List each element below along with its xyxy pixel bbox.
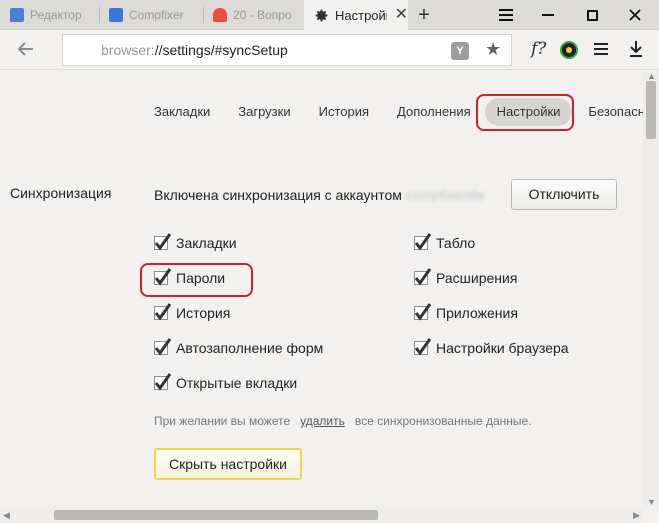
nav-security[interactable]: Безопасн	[588, 98, 644, 126]
minimize-button[interactable]	[527, 0, 569, 30]
checkmark-icon[interactable]	[154, 338, 172, 356]
back-button[interactable]	[17, 39, 40, 61]
hamburger-menu-icon[interactable]	[592, 40, 610, 58]
new-tab-button[interactable]: +	[412, 3, 436, 27]
checkbox-history[interactable]: История	[154, 303, 231, 321]
browser-menu-button[interactable]	[485, 0, 527, 30]
checkbox-label: Расширения	[436, 270, 518, 286]
checkbox-autofill[interactable]: Автозаполнение форм	[154, 338, 324, 356]
hide-settings-button[interactable]: Скрыть настройки	[154, 448, 302, 480]
tab-separator	[203, 7, 204, 23]
download-icon[interactable]	[627, 39, 645, 59]
nav-downloads[interactable]: Загрузки	[238, 98, 290, 126]
nav-addons[interactable]: Дополнения	[397, 98, 471, 126]
checkmark-icon[interactable]	[154, 233, 172, 251]
sync-status: Включена синхронизация с аккаунтом compfi…	[154, 187, 485, 203]
checkbox-extensions[interactable]: Расширения	[414, 268, 518, 286]
doc-favicon-icon	[109, 8, 123, 22]
checkbox-browser-settings[interactable]: Настройки браузера	[414, 338, 569, 356]
bookmark-star-icon[interactable]: ★	[485, 39, 501, 60]
yandex-button[interactable]: Y	[451, 42, 469, 60]
tab-2[interactable]: Compfixer	[109, 0, 197, 30]
toolbar: browser://settings/#syncSetup Y ★ f?	[0, 30, 659, 70]
maximize-icon	[586, 9, 598, 21]
tab-3[interactable]: 20 - Вопро	[213, 0, 299, 30]
checkmark-icon[interactable]	[154, 303, 172, 321]
checkbox-tablo[interactable]: Табло	[414, 233, 476, 251]
fx-button[interactable]: f?	[531, 39, 546, 59]
sync-hint: При желании вы можете удалить все синхрони…	[154, 414, 532, 428]
tab-label: Compfixer	[129, 8, 184, 22]
tab-label: Редактор	[30, 8, 82, 22]
checkmark-icon[interactable]	[414, 338, 432, 356]
tab-label: Настройк	[335, 7, 387, 23]
url-path: //settings/#syncSetup	[154, 42, 288, 58]
checkbox-label: Настройки браузера	[436, 340, 569, 356]
checkbox-label: Открытые вкладки	[176, 375, 298, 391]
checkbox-bookmarks[interactable]: Закладки	[154, 233, 237, 251]
sync-section-title: Синхронизация	[10, 185, 112, 201]
back-arrow-icon	[17, 42, 33, 56]
tab-close-icon[interactable]: ✕	[395, 7, 408, 23]
sync-status-text: Включена синхронизация с аккаунтом	[154, 187, 402, 203]
vertical-scrollbar[interactable]: ▲ ▼	[643, 71, 659, 507]
disable-sync-button[interactable]: Отключить	[511, 179, 617, 210]
tab-settings-active[interactable]: Настройк ✕	[304, 0, 408, 30]
nav-history[interactable]: История	[319, 98, 369, 126]
sync-account: compfixerlife	[405, 187, 485, 203]
tab-label: 20 - Вопро	[233, 8, 292, 22]
scroll-up-icon[interactable]: ▲	[647, 71, 656, 81]
close-icon	[629, 9, 641, 21]
checkbox-label: Приложения	[436, 305, 518, 321]
nav-settings[interactable]: Настройки	[484, 98, 573, 126]
checkbox-label: Автозаполнение форм	[176, 340, 324, 356]
checkmark-icon[interactable]	[154, 373, 172, 391]
hint-text-before: При желании вы можете	[154, 414, 291, 428]
checkmark-icon[interactable]	[154, 268, 172, 286]
checkmark-icon[interactable]	[414, 233, 432, 251]
url-scheme: browser:	[101, 42, 155, 58]
scroll-left-icon[interactable]: ◀	[3, 510, 10, 521]
vertical-scroll-thumb[interactable]	[646, 81, 656, 139]
hint-text-after: все синхронизованные данные.	[354, 414, 532, 428]
address-bar[interactable]: browser://settings/#syncSetup Y ★	[62, 34, 512, 66]
window-close-button[interactable]	[614, 0, 656, 30]
hamburger-icon	[499, 9, 513, 21]
checkbox-passwords[interactable]: Пароли	[154, 268, 226, 286]
tab-1[interactable]: Редактор	[10, 0, 94, 30]
heart-favicon-icon	[213, 8, 227, 22]
settings-nav: Закладки Загрузки История Дополнения Нас…	[154, 96, 659, 128]
checkbox-open-tabs[interactable]: Открытые вкладки	[154, 373, 298, 391]
doc-favicon-icon	[10, 8, 24, 22]
extension-icon[interactable]	[560, 41, 578, 59]
tab-separator	[99, 7, 100, 23]
horizontal-scroll-thumb[interactable]	[54, 510, 378, 520]
scroll-right-icon[interactable]: ▶	[633, 510, 640, 521]
maximize-button[interactable]	[571, 0, 613, 30]
checkbox-label: Пароли	[176, 270, 226, 286]
horizontal-scrollbar[interactable]: ◀ ▶	[0, 507, 643, 523]
checkmark-icon[interactable]	[414, 268, 432, 286]
checkbox-label: История	[176, 305, 231, 321]
tab-strip: Редактор Compfixer 20 - Вопро Настройк ✕…	[0, 0, 659, 30]
minimize-icon	[542, 14, 554, 16]
checkbox-label: Закладки	[176, 235, 237, 251]
gear-icon	[315, 9, 328, 21]
nav-bookmarks[interactable]: Закладки	[154, 98, 210, 126]
delete-data-link[interactable]: удалить	[300, 414, 345, 428]
checkbox-label: Табло	[436, 235, 476, 251]
checkmark-icon[interactable]	[414, 303, 432, 321]
scroll-down-icon[interactable]: ▼	[647, 497, 656, 507]
checkbox-apps[interactable]: Приложения	[414, 303, 518, 321]
url-text[interactable]: browser://settings/#syncSetup	[101, 42, 288, 58]
